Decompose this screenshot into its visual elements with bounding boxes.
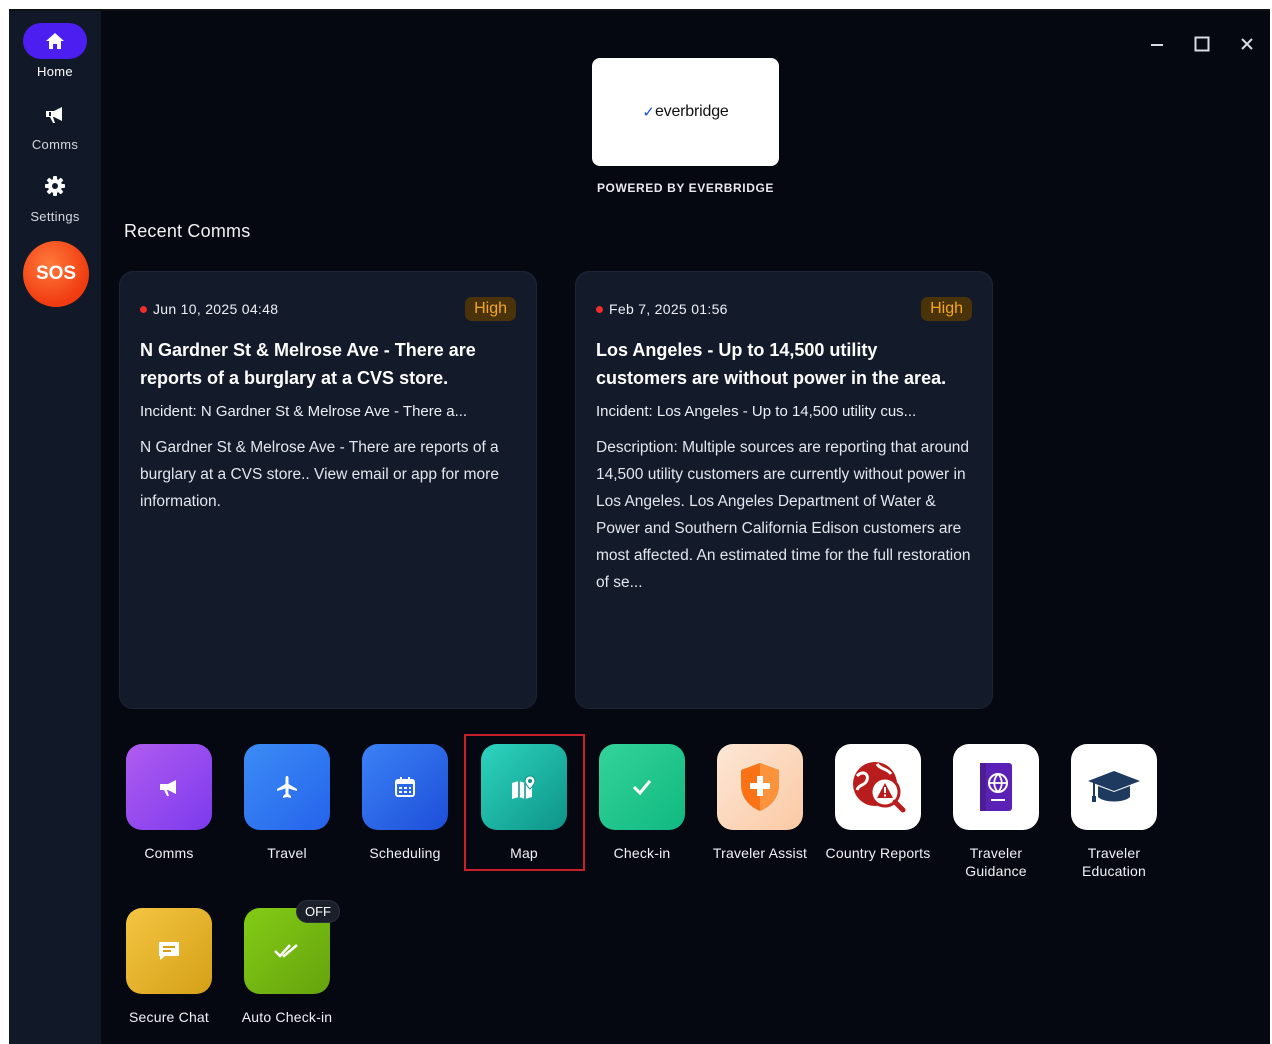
app-check-in[interactable]: Check-in <box>587 744 697 862</box>
priority-badge: High <box>465 297 516 321</box>
checkmark-icon <box>599 744 685 830</box>
app-traveler-education[interactable]: Traveler Education <box>1059 744 1169 880</box>
comm-description: N Gardner St & Melrose Ave - There are r… <box>140 439 499 510</box>
app-window: Home Comms Settings SOS ✓ everbridge POW… <box>9 9 1270 1044</box>
double-check-icon: OFF <box>244 900 340 994</box>
close-icon[interactable] <box>1236 33 1258 55</box>
app-map[interactable]: Map <box>469 744 579 862</box>
status-dot <box>596 305 603 313</box>
chat-icon <box>126 908 212 994</box>
status-dot <box>140 305 147 313</box>
home-icon <box>23 23 87 59</box>
section-title: Recent Comms <box>124 221 251 241</box>
comm-date: Feb 7, 2025 01:56 <box>609 301 728 317</box>
powered-by-text: POWERED BY EVERBRIDGE <box>596 181 775 195</box>
app-label: Check-in <box>613 845 671 861</box>
map-icon <box>481 744 567 830</box>
app-scheduling[interactable]: Scheduling <box>350 744 460 862</box>
airplane-icon <box>244 744 330 830</box>
medical-shield-icon <box>717 744 803 830</box>
graduation-cap-icon <box>1071 744 1157 830</box>
app-comms[interactable]: Comms <box>114 744 224 862</box>
app-label: Travel <box>267 845 307 861</box>
app-label: Traveler Guidance <box>965 845 1027 879</box>
sidebar-item-home[interactable]: Home <box>9 23 101 79</box>
sidebar-item-label: Home <box>37 64 73 79</box>
comm-description: Description: Multiple sources are report… <box>596 439 971 591</box>
app-secure-chat[interactable]: Secure Chat <box>114 908 224 1026</box>
sidebar-item-comms[interactable]: Comms <box>9 96 101 152</box>
sidebar: Home Comms Settings SOS <box>9 11 101 1044</box>
sidebar-item-label: Settings <box>30 209 80 224</box>
comm-card[interactable]: Jun 10, 2025 04:48 High N Gardner St & M… <box>119 271 537 709</box>
priority-badge: High <box>921 297 972 321</box>
comm-date-row: Feb 7, 2025 01:56 <box>596 301 728 317</box>
passport-icon <box>953 744 1039 830</box>
app-traveler-guidance[interactable]: Traveler Guidance <box>941 744 1051 880</box>
megaphone-icon <box>23 96 87 132</box>
globe-alert-icon <box>835 744 921 830</box>
app-label: Scheduling <box>369 845 441 861</box>
app-traveler-assist[interactable]: Traveler Assist <box>705 744 815 862</box>
maximize-icon[interactable] <box>1191 33 1213 55</box>
calendar-icon <box>362 744 448 830</box>
comm-title: Los Angeles - Up to 14,500 utility custo… <box>596 340 947 388</box>
minimize-icon[interactable] <box>1146 33 1168 55</box>
comm-card[interactable]: Feb 7, 2025 01:56 High Los Angeles - Up … <box>575 271 993 709</box>
sos-button[interactable]: SOS <box>23 241 89 307</box>
logo-text: everbridge <box>654 103 729 120</box>
off-badge: OFF <box>296 900 340 923</box>
app-label: Map <box>510 845 538 861</box>
check-mark-icon: ✓ <box>642 104 655 121</box>
megaphone-icon <box>126 744 212 830</box>
app-label: Auto Check-in <box>241 1009 333 1025</box>
app-country-reports[interactable]: Country Reports <box>823 744 933 862</box>
comm-incident: Incident: Los Angeles - Up to 14,500 uti… <box>596 403 917 420</box>
sidebar-item-label: Comms <box>31 137 79 152</box>
gear-icon <box>23 168 87 204</box>
app-label: Secure Chat <box>128 1009 210 1025</box>
app-label: Traveler Assist <box>712 845 808 861</box>
comm-date-row: Jun 10, 2025 04:48 <box>140 301 278 317</box>
app-auto-check-in[interactable]: OFF Auto Check-in <box>232 900 342 1026</box>
app-label: Country Reports <box>825 845 931 861</box>
app-travel[interactable]: Travel <box>232 744 342 862</box>
comm-date: Jun 10, 2025 04:48 <box>153 301 279 317</box>
comm-incident: Incident: N Gardner St & Melrose Ave - T… <box>140 403 468 420</box>
app-label: Traveler Education <box>1081 845 1147 879</box>
sidebar-item-settings[interactable]: Settings <box>9 168 101 224</box>
app-label: Comms <box>144 845 194 861</box>
comm-title: N Gardner St & Melrose Ave - There are r… <box>140 340 476 388</box>
everbridge-logo: ✓ everbridge <box>592 58 779 166</box>
